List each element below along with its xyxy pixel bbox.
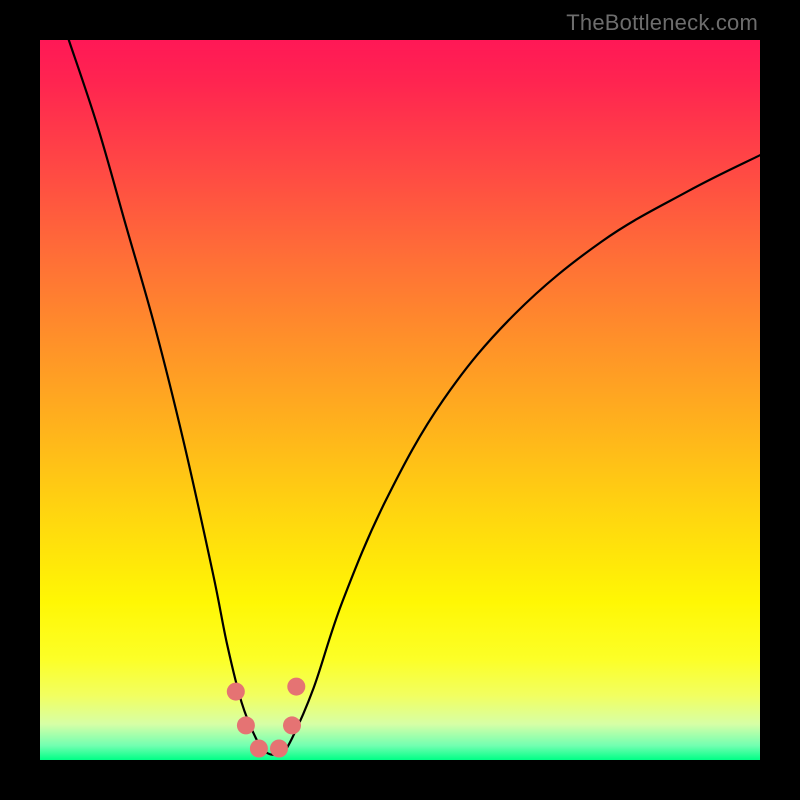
curve-marker [287, 678, 305, 696]
plot-area [40, 40, 760, 760]
curve-marker [283, 716, 301, 734]
chart-frame: TheBottleneck.com [0, 0, 800, 800]
curve-marker [237, 716, 255, 734]
bottleneck-curve [69, 40, 760, 755]
curve-marker [270, 740, 288, 758]
curve-svg [40, 40, 760, 760]
curve-marker [250, 740, 268, 758]
curve-marker [227, 683, 245, 701]
marker-group [227, 678, 305, 758]
attribution-text: TheBottleneck.com [566, 10, 758, 36]
